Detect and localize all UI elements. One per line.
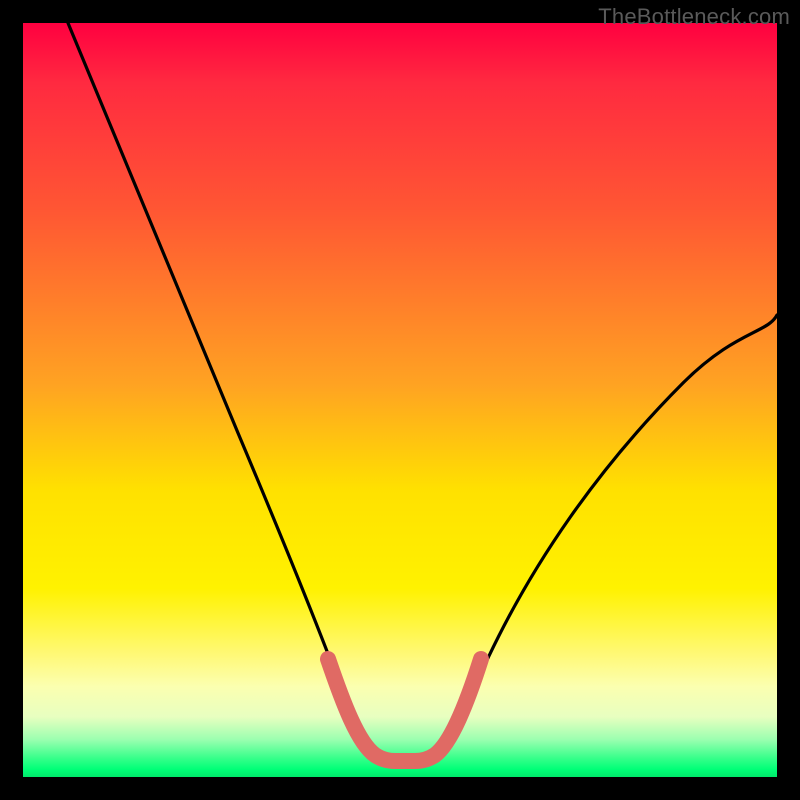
chart-stage: TheBottleneck.com — [0, 0, 800, 800]
bottleneck-curve-highlight — [328, 659, 481, 761]
watermark-text: TheBottleneck.com — [598, 4, 790, 30]
bottleneck-curve — [68, 23, 777, 761]
chart-plot-area — [23, 23, 777, 777]
chart-curve-layer — [23, 23, 777, 777]
